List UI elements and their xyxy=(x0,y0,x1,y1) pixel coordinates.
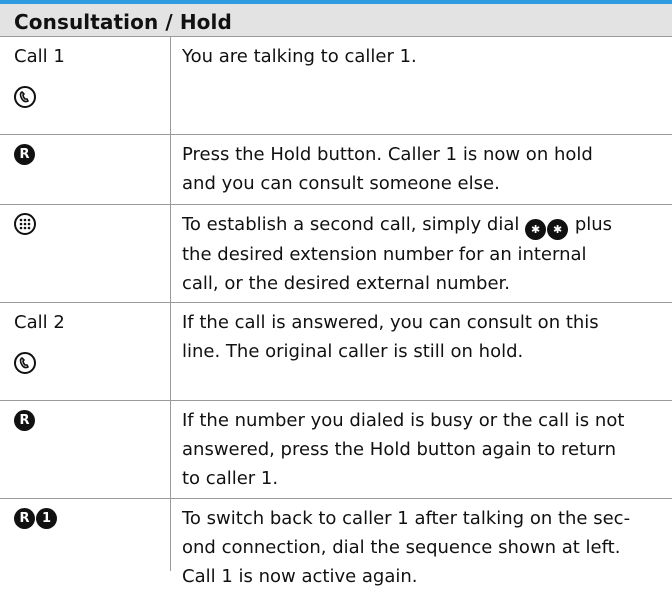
table-row: To establish a second call, simply dial … xyxy=(0,204,672,302)
call-label: Call 1 xyxy=(14,46,65,67)
instruction-text: If the number you dialed is busy or the … xyxy=(182,410,625,489)
table-row: R Press the Hold button. Caller 1 is now… xyxy=(0,134,672,204)
instruction-text: If the call is answered, you can consult… xyxy=(182,312,599,362)
instruction-text: To switch back to caller 1 after talking… xyxy=(182,508,631,587)
section-title: Consultation / Hold xyxy=(14,10,232,34)
instruction-text: To establish a second call, simply dial … xyxy=(182,214,613,294)
star-key-icon: ✱ xyxy=(547,219,569,240)
table-row: Call 1 You are talking to caller 1. xyxy=(0,36,672,134)
one-key-icon: 1 xyxy=(36,508,57,529)
section-header: Consultation / Hold xyxy=(0,0,672,36)
keypad-icon xyxy=(14,213,36,235)
table-row: R 1 To switch back to caller 1 after tal… xyxy=(0,498,672,587)
r-key-icon: R xyxy=(14,508,35,529)
instruction-text: Press the Hold button. Caller 1 is now o… xyxy=(182,144,593,194)
r-key-icon: R xyxy=(14,410,35,431)
instruction-text: You are talking to caller 1. xyxy=(182,46,417,67)
table-row: R If the number you dialed is busy or th… xyxy=(0,400,672,498)
table-row: Call 2 If the call is answered, you can … xyxy=(0,302,672,400)
star-key-icon: ✱ xyxy=(525,219,547,240)
handset-icon xyxy=(14,352,36,374)
instruction-page: Consultation / Hold Call 1 You are talki… xyxy=(0,0,672,587)
handset-icon xyxy=(14,86,36,108)
call-label: Call 2 xyxy=(14,312,65,333)
r-key-icon: R xyxy=(14,144,35,165)
